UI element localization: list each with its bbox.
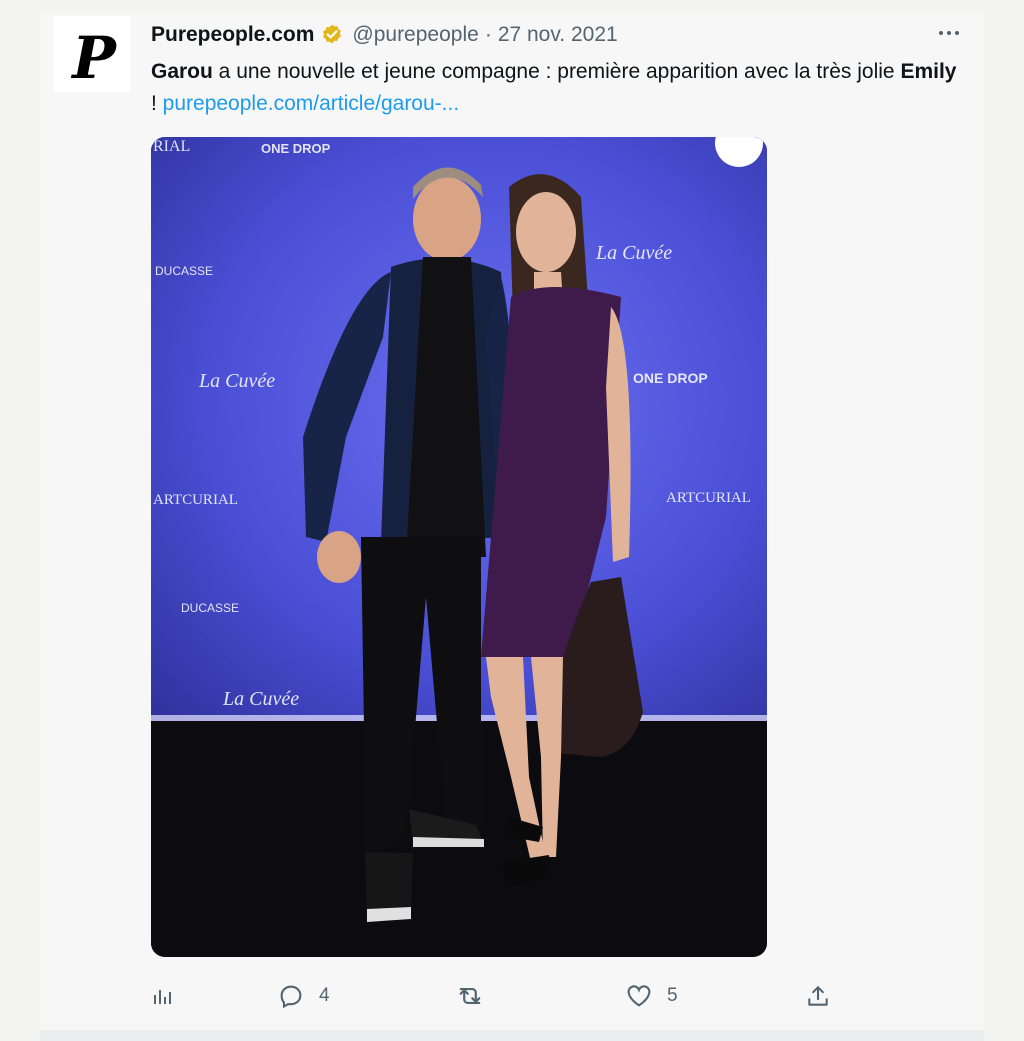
tweet-text: Garou a une nouvelle et jeune compagne :… bbox=[151, 56, 961, 120]
svg-text:DUCASSE: DUCASSE bbox=[181, 601, 239, 615]
more-options-icon[interactable] bbox=[932, 20, 966, 46]
svg-text:La Cuvée: La Cuvée bbox=[595, 242, 672, 264]
reply-button[interactable]: 4 bbox=[277, 978, 330, 1014]
author-handle[interactable]: @purepeople bbox=[352, 23, 478, 47]
tweet-date[interactable]: 27 nov. 2021 bbox=[498, 23, 618, 47]
svg-text:DUCASSE: DUCASSE bbox=[155, 264, 213, 278]
text-segment: a une nouvelle et jeune compagne : premi… bbox=[212, 60, 901, 83]
text-segment: ! bbox=[151, 92, 163, 115]
share-icon bbox=[805, 982, 831, 1010]
mention-emily: Emily bbox=[900, 60, 957, 83]
reply-icon bbox=[277, 982, 305, 1010]
views-button[interactable] bbox=[151, 978, 175, 1014]
retweet-icon bbox=[455, 982, 485, 1010]
mention-garou: Garou bbox=[151, 60, 213, 83]
reply-count: 4 bbox=[319, 985, 330, 1006]
tweet-photo[interactable]: RIAL ONE DROP La Cuvée ARTCURIAL DUCASSE… bbox=[151, 137, 767, 957]
verified-badge-icon bbox=[320, 23, 344, 47]
svg-text:ONE DROP: ONE DROP bbox=[261, 141, 331, 156]
heart-icon bbox=[625, 982, 653, 1010]
svg-text:RIAL: RIAL bbox=[153, 138, 190, 155]
like-button[interactable]: 5 bbox=[625, 978, 678, 1014]
svg-text:ARTCURIAL: ARTCURIAL bbox=[666, 490, 751, 506]
svg-text:ARTCURIAL: ARTCURIAL bbox=[153, 492, 238, 508]
svg-text:ONE DROP: ONE DROP bbox=[633, 370, 708, 386]
svg-text:La Cuvée: La Cuvée bbox=[198, 370, 275, 392]
share-button[interactable] bbox=[805, 978, 831, 1014]
avatar-letter: P bbox=[72, 24, 116, 92]
author-name[interactable]: Purepeople.com bbox=[151, 23, 314, 47]
header-separator: · bbox=[484, 23, 492, 46]
divider bbox=[40, 1030, 984, 1041]
avatar[interactable]: P bbox=[54, 16, 130, 92]
article-link[interactable]: purepeople.com/article/garou-... bbox=[163, 92, 460, 115]
analytics-icon bbox=[151, 984, 175, 1008]
tweet-actions: 4 5 bbox=[151, 978, 851, 1014]
retweet-button[interactable] bbox=[455, 978, 485, 1014]
tweet-header: Purepeople.com @purepeople · 27 nov. 202… bbox=[151, 20, 618, 50]
like-count: 5 bbox=[667, 985, 678, 1006]
svg-text:La Cuvée: La Cuvée bbox=[222, 688, 299, 710]
